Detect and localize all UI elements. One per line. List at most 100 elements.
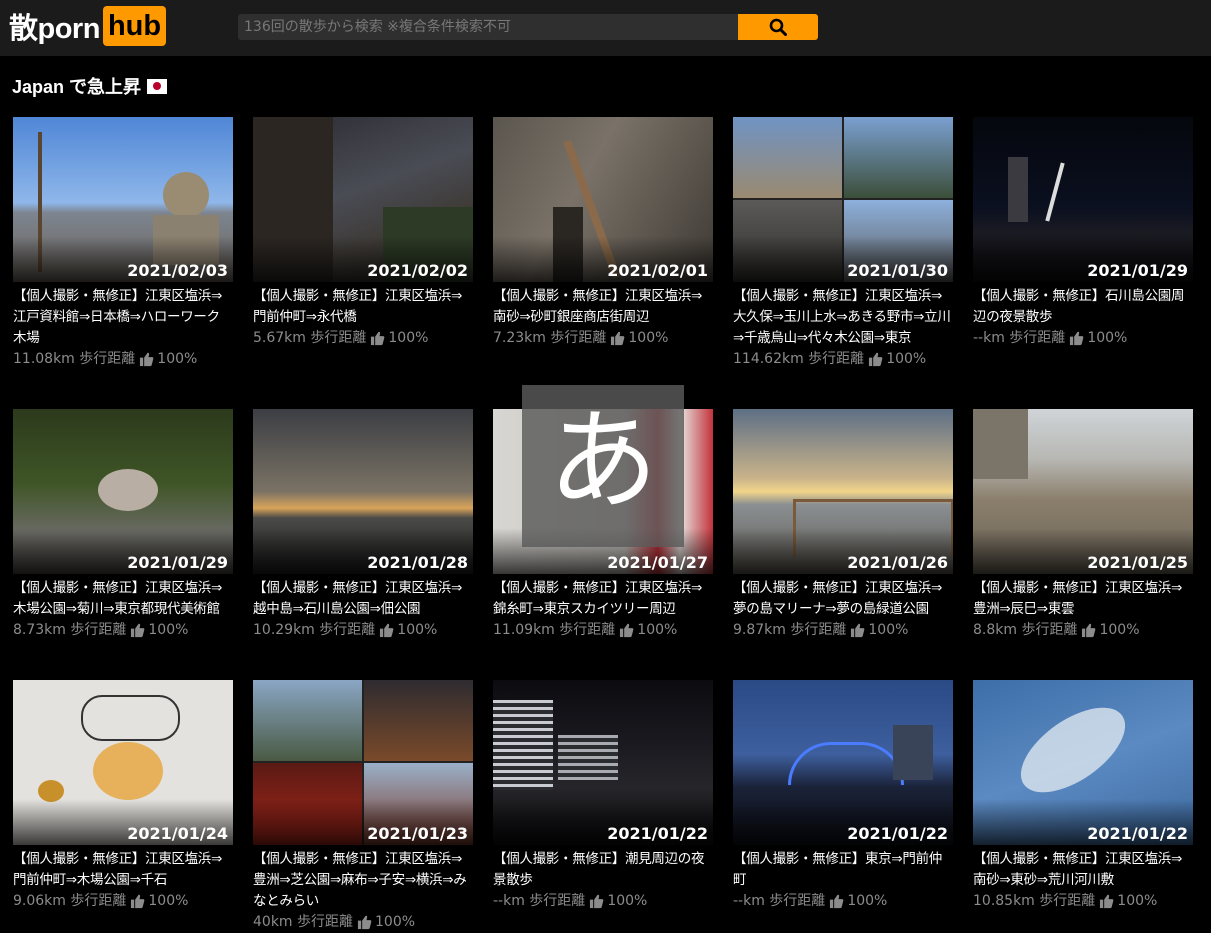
video-distance: 8.8km 歩行距離: [973, 622, 1078, 638]
video-rating: 100%: [1117, 893, 1158, 909]
video-thumbnail[interactable]: 2021/01/29: [13, 409, 233, 574]
video-meta: 5.67km 歩行距離 100%: [253, 328, 473, 349]
video-rating: 100%: [637, 622, 678, 638]
video-meta: 7.23km 歩行距離 100%: [493, 328, 713, 349]
video-distance: 8.73km 歩行距離: [13, 622, 127, 638]
video-distance: 114.62km 歩行距離: [733, 351, 865, 367]
video-title[interactable]: 【個人撮影・無修正】江東区塩浜⇒越中島⇒石川島公園⇒佃公園: [253, 578, 473, 620]
video-card[interactable]: 2021/01/28 【個人撮影・無修正】江東区塩浜⇒越中島⇒石川島公園⇒佃公園…: [253, 409, 473, 641]
section-title-text: Japan で急上昇: [12, 77, 142, 97]
video-date: 2021/02/01: [607, 261, 708, 280]
video-card[interactable]: 2021/01/29 【個人撮影・無修正】江東区塩浜⇒木場公園⇒菊川⇒東京都現代…: [13, 409, 233, 641]
search-button[interactable]: [738, 14, 818, 40]
japan-flag-icon: [147, 78, 168, 94]
video-title[interactable]: 【個人撮影・無修正】江東区塩浜⇒豊洲⇒芝公園⇒麻布⇒子安⇒横浜⇒みなとみらい: [253, 849, 473, 912]
thumbs-up-icon: [611, 331, 625, 346]
video-meta: 11.09km 歩行距離 100%: [493, 620, 713, 641]
video-rating: 100%: [397, 622, 438, 638]
video-rating: 100%: [1087, 330, 1128, 346]
video-meta: 9.87km 歩行距離 100%: [733, 620, 953, 641]
thumbs-up-icon: [1100, 894, 1114, 909]
video-thumbnail[interactable]: 2021/01/23: [253, 680, 473, 845]
video-card[interactable]: 2021/01/30 【個人撮影・無修正】江東区塩浜⇒大久保⇒玉川上水⇒あきる野…: [733, 117, 953, 370]
video-title[interactable]: 【個人撮影・無修正】江東区塩浜⇒大久保⇒玉川上水⇒あきる野市⇒立川⇒千歳烏山⇒代…: [733, 286, 953, 349]
thumbs-up-icon: [131, 623, 145, 638]
video-card[interactable]: 2021/01/24 【個人撮影・無修正】江東区塩浜⇒門前仲町⇒木場公園⇒千石 …: [13, 680, 233, 912]
video-rating: 100%: [1099, 622, 1140, 638]
video-thumbnail[interactable]: 2021/01/24: [13, 680, 233, 845]
video-rating: 100%: [148, 622, 189, 638]
video-rating: 100%: [375, 914, 416, 930]
video-card[interactable]: 2021/01/25 【個人撮影・無修正】江東区塩浜⇒豊洲⇒辰巳⇒東雲 8.8k…: [973, 409, 1193, 641]
video-title[interactable]: 【個人撮影・無修正】江東区塩浜⇒江戸資料館⇒日本橋⇒ハローワーク木場: [13, 286, 233, 349]
video-title[interactable]: 【個人撮影・無修正】江東区塩浜⇒夢の島マリーナ⇒夢の島緑道公園: [733, 578, 953, 620]
video-date: 2021/01/29: [1087, 261, 1188, 280]
video-meta: --km 歩行距離 100%: [493, 891, 713, 912]
section-title: Japan で急上昇: [12, 73, 168, 99]
video-date: 2021/02/02: [367, 261, 468, 280]
video-date: 2021/01/22: [607, 824, 708, 843]
ime-mode-char: あ: [548, 397, 658, 525]
video-rating: 100%: [388, 330, 429, 346]
video-title[interactable]: 【個人撮影・無修正】江東区塩浜⇒錦糸町⇒東京スカイツリー周辺: [493, 578, 713, 620]
search-input[interactable]: [238, 14, 738, 40]
video-card[interactable]: 2021/01/22 【個人撮影・無修正】東京⇒門前仲町 --km 歩行距離 1…: [733, 680, 953, 912]
video-distance: 10.29km 歩行距離: [253, 622, 376, 638]
thumbs-up-icon: [357, 915, 372, 930]
video-distance: 40km 歩行距離: [253, 914, 354, 930]
video-card[interactable]: 2021/01/22 【個人撮影・無修正】江東区塩浜⇒南砂⇒東砂⇒荒川河川敷 1…: [973, 680, 1193, 912]
video-rating: 100%: [868, 622, 909, 638]
video-distance: --km 歩行距離: [493, 893, 586, 909]
video-title[interactable]: 【個人撮影・無修正】江東区塩浜⇒門前仲町⇒木場公園⇒千石: [13, 849, 233, 891]
video-card[interactable]: 2021/02/01 【個人撮影・無修正】江東区塩浜⇒南砂⇒砂町銀座商店街周辺 …: [493, 117, 713, 349]
video-thumbnail[interactable]: 2021/01/29: [973, 117, 1193, 282]
video-thumbnail[interactable]: 2021/02/02: [253, 117, 473, 282]
video-rating: 100%: [886, 351, 927, 367]
video-meta: 114.62km 歩行距離 100%: [733, 349, 953, 370]
thumbs-up-icon: [851, 623, 865, 638]
video-distance: 5.67km 歩行距離: [253, 330, 367, 346]
thumbs-up-icon: [371, 331, 385, 346]
video-title[interactable]: 【個人撮影・無修正】江東区塩浜⇒南砂⇒砂町銀座商店街周辺: [493, 286, 713, 328]
video-distance: 11.08km 歩行距離: [13, 351, 136, 367]
video-distance: 9.87km 歩行距離: [733, 622, 847, 638]
video-thumbnail[interactable]: 2021/01/22: [493, 680, 713, 845]
video-thumbnail[interactable]: 2021/01/22: [733, 680, 953, 845]
video-title[interactable]: 【個人撮影・無修正】江東区塩浜⇒木場公園⇒菊川⇒東京都現代美術館: [13, 578, 233, 620]
video-meta: 10.85km 歩行距離 100%: [973, 891, 1193, 912]
video-title[interactable]: 【個人撮影・無修正】江東区塩浜⇒門前仲町⇒永代橋: [253, 286, 473, 328]
thumbs-up-icon: [131, 894, 145, 909]
video-card[interactable]: 2021/01/26 【個人撮影・無修正】江東区塩浜⇒夢の島マリーナ⇒夢の島緑道…: [733, 409, 953, 641]
video-card[interactable]: 2021/01/29 【個人撮影・無修正】石川島公園周辺の夜景散歩 --km 歩…: [973, 117, 1193, 349]
video-thumbnail[interactable]: 2021/02/01: [493, 117, 713, 282]
video-title[interactable]: 【個人撮影・無修正】石川島公園周辺の夜景散歩: [973, 286, 1193, 328]
video-thumbnail[interactable]: 2021/01/28: [253, 409, 473, 574]
video-meta: 40km 歩行距離 100%: [253, 912, 473, 933]
video-thumbnail[interactable]: 2021/01/26: [733, 409, 953, 574]
thumbs-up-icon: [380, 623, 394, 638]
video-rating: 100%: [148, 893, 189, 909]
video-card[interactable]: 2021/01/22 【個人撮影・無修正】潮見周辺の夜景散歩 --km 歩行距離…: [493, 680, 713, 912]
video-thumbnail[interactable]: 2021/01/30: [733, 117, 953, 282]
site-logo[interactable]: 散porn hub: [9, 5, 167, 47]
video-title[interactable]: 【個人撮影・無修正】江東区塩浜⇒南砂⇒東砂⇒荒川河川敷: [973, 849, 1193, 891]
video-rating: 100%: [847, 893, 888, 909]
video-distance: 10.85km 歩行距離: [973, 893, 1096, 909]
video-date: 2021/02/03: [127, 261, 228, 280]
video-card[interactable]: 2021/01/23 【個人撮影・無修正】江東区塩浜⇒豊洲⇒芝公園⇒麻布⇒子安⇒…: [253, 680, 473, 933]
video-meta: 11.08km 歩行距離 100%: [13, 349, 233, 370]
video-title[interactable]: 【個人撮影・無修正】江東区塩浜⇒豊洲⇒辰巳⇒東雲: [973, 578, 1193, 620]
video-thumbnail[interactable]: 2021/02/03: [13, 117, 233, 282]
video-card[interactable]: 2021/02/02 【個人撮影・無修正】江東区塩浜⇒門前仲町⇒永代橋 5.67…: [253, 117, 473, 349]
video-card[interactable]: 2021/02/03 【個人撮影・無修正】江東区塩浜⇒江戸資料館⇒日本橋⇒ハロー…: [13, 117, 233, 370]
video-distance: 11.09km 歩行距離: [493, 622, 616, 638]
thumbs-up-icon: [140, 352, 154, 367]
video-thumbnail[interactable]: 2021/01/25: [973, 409, 1193, 574]
video-title[interactable]: 【個人撮影・無修正】潮見周辺の夜景散歩: [493, 849, 713, 891]
video-rating: 100%: [157, 351, 198, 367]
video-thumbnail[interactable]: 2021/01/22: [973, 680, 1193, 845]
video-title[interactable]: 【個人撮影・無修正】東京⇒門前仲町: [733, 849, 953, 891]
video-date: 2021/01/22: [847, 824, 948, 843]
video-date: 2021/01/24: [127, 824, 228, 843]
video-date: 2021/01/27: [607, 553, 708, 572]
